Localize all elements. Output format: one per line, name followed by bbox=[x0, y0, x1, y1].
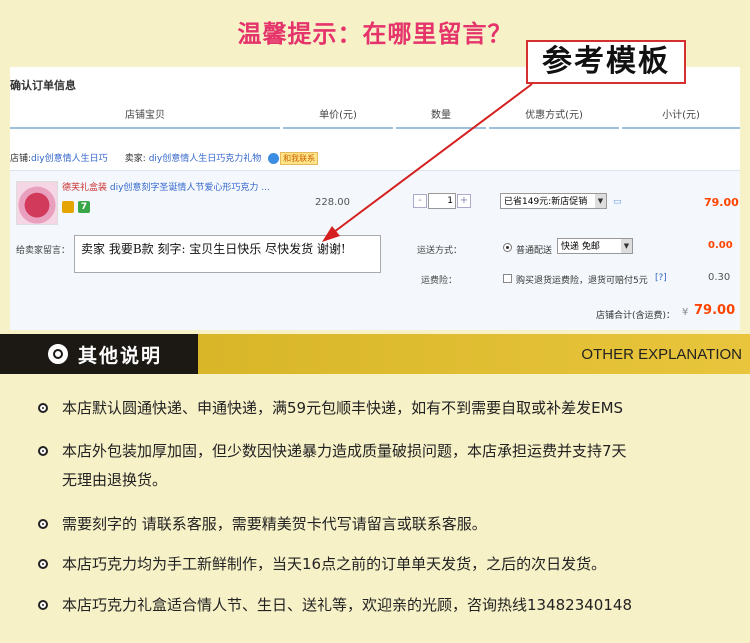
product-thumbnail[interactable] bbox=[16, 181, 58, 225]
guarantee-icon bbox=[62, 201, 74, 213]
shipping-method: 普通配送 bbox=[516, 246, 553, 256]
seven-day-return-icon: 7 bbox=[78, 201, 90, 213]
note-text: 本店巧克力均为手工新鲜制作，当天16点之前的订单单天发货，之后的次日发货。 bbox=[62, 555, 607, 573]
qty-decrease-button[interactable]: - bbox=[413, 194, 427, 208]
shop-line: 店铺:diy创意情人生日巧 卖家: diy创意情人生日巧克力礼物 和我联系 bbox=[10, 151, 319, 165]
shipping-label: 运送方式： bbox=[417, 246, 463, 256]
message-label: 给卖家留言： bbox=[16, 246, 71, 256]
promotion-info-icon[interactable]: ▭ bbox=[613, 197, 622, 207]
item-title-text[interactable]: diy创意刻字圣诞情人节爱心形巧克力 ... bbox=[110, 183, 270, 193]
bullet-icon bbox=[38, 600, 48, 610]
message-to-seller-input[interactable]: 卖家 我要B款 刻字: 宝贝生日快乐 尽快发货 谢谢! bbox=[74, 235, 381, 273]
shop-label: 店铺: bbox=[10, 154, 32, 164]
bullet-circle-icon bbox=[48, 344, 68, 364]
insurance-help-link[interactable]: [?] bbox=[655, 273, 667, 283]
wangwang-icon[interactable] bbox=[268, 153, 280, 164]
total-value: 79.00 bbox=[694, 303, 736, 318]
promotion-value: 已省149元:新店促销 bbox=[504, 197, 588, 207]
insurance-label: 运费险： bbox=[421, 276, 458, 286]
shipping-fee: 0.00 bbox=[708, 240, 733, 251]
contact-seller-button[interactable]: 和我联系 bbox=[280, 152, 319, 165]
shop-link[interactable]: diy创意情人生日巧 bbox=[31, 154, 108, 164]
bullet-icon bbox=[38, 403, 48, 413]
column-header-quantity: 数量 bbox=[396, 105, 486, 129]
shipping-radio[interactable] bbox=[503, 243, 512, 252]
chevron-down-icon[interactable]: ▼ bbox=[621, 239, 632, 253]
item-subtotal: 79.00 bbox=[704, 196, 739, 209]
note-text: 本店巧克力礼盒适合情人节、生日、送礼等，欢迎亲的光顾，咨询热线134823401… bbox=[62, 596, 632, 614]
insurance-checkbox[interactable] bbox=[503, 274, 512, 283]
order-panel: 确认订单信息 店铺宝贝 单价(元) 数量 优惠方式(元) 小计(元) 店铺:di… bbox=[10, 67, 740, 330]
chevron-down-icon[interactable]: ▼ bbox=[595, 194, 606, 208]
note-text: 本店默认圆通快递、申通快递，满59元包顺丰快递，如有不到需要自取或补差发EMS bbox=[62, 399, 624, 417]
banner-title: 其他说明 bbox=[78, 345, 163, 367]
seller-label: 卖家: bbox=[124, 154, 146, 164]
column-header-subtotal: 小计(元) bbox=[622, 105, 740, 129]
message-row: 给卖家留言： 卖家 我要B款 刻字: 宝贝生日快乐 尽快发货 谢谢! 运送方式：… bbox=[10, 230, 740, 330]
note-text: 需要刻字的 请联系客服，需要精美贺卡代写请留言或联系客服。 bbox=[62, 515, 487, 533]
banner-english-title: OTHER EXPLANATION bbox=[581, 346, 742, 363]
bullet-icon bbox=[38, 559, 48, 569]
template-label: 参考模板 bbox=[526, 40, 686, 84]
bullet-icon bbox=[38, 519, 48, 529]
note-text: 本店外包装加厚加固，但少数因快递暴力造成质量破损问题，本店承担运费并支持7天 bbox=[62, 442, 627, 460]
insurance-fee: 0.30 bbox=[708, 272, 731, 283]
promotion-select[interactable]: 已省149元:新店促销 ▼ bbox=[500, 193, 607, 209]
item-title[interactable]: 德芙礼盒装 diy创意刻字圣诞情人节爱心形巧克力 ... bbox=[62, 180, 270, 193]
insurance-text: 购买退货运费险，退货可赔付5元 bbox=[516, 276, 648, 286]
quantity-input[interactable]: 1 bbox=[428, 193, 456, 209]
shipping-option: 快递 免邮 bbox=[561, 242, 600, 252]
panel-title: 确认订单信息 bbox=[10, 79, 76, 92]
shipping-select[interactable]: 快递 免邮 ▼ bbox=[557, 238, 633, 254]
note-text: 无理由退换货。 bbox=[62, 471, 168, 489]
column-header-price: 单价(元) bbox=[283, 105, 393, 129]
bullet-icon bbox=[38, 446, 48, 456]
unit-price: 228.00 bbox=[315, 197, 350, 208]
total-currency: ¥ bbox=[682, 307, 689, 318]
item-row: 德芙礼盒装 diy创意刻字圣诞情人节爱心形巧克力 ... 7 228.00 - … bbox=[10, 170, 740, 231]
seller-link[interactable]: diy创意情人生日巧克力礼物 bbox=[149, 154, 262, 164]
qty-increase-button[interactable]: + bbox=[457, 194, 471, 208]
column-header-item: 店铺宝贝 bbox=[10, 105, 280, 129]
item-brand-tag[interactable]: 德芙礼盒装 bbox=[62, 183, 107, 193]
column-header-discount: 优惠方式(元) bbox=[489, 105, 619, 129]
total-label: 店铺合计(含运费)： bbox=[596, 311, 676, 321]
